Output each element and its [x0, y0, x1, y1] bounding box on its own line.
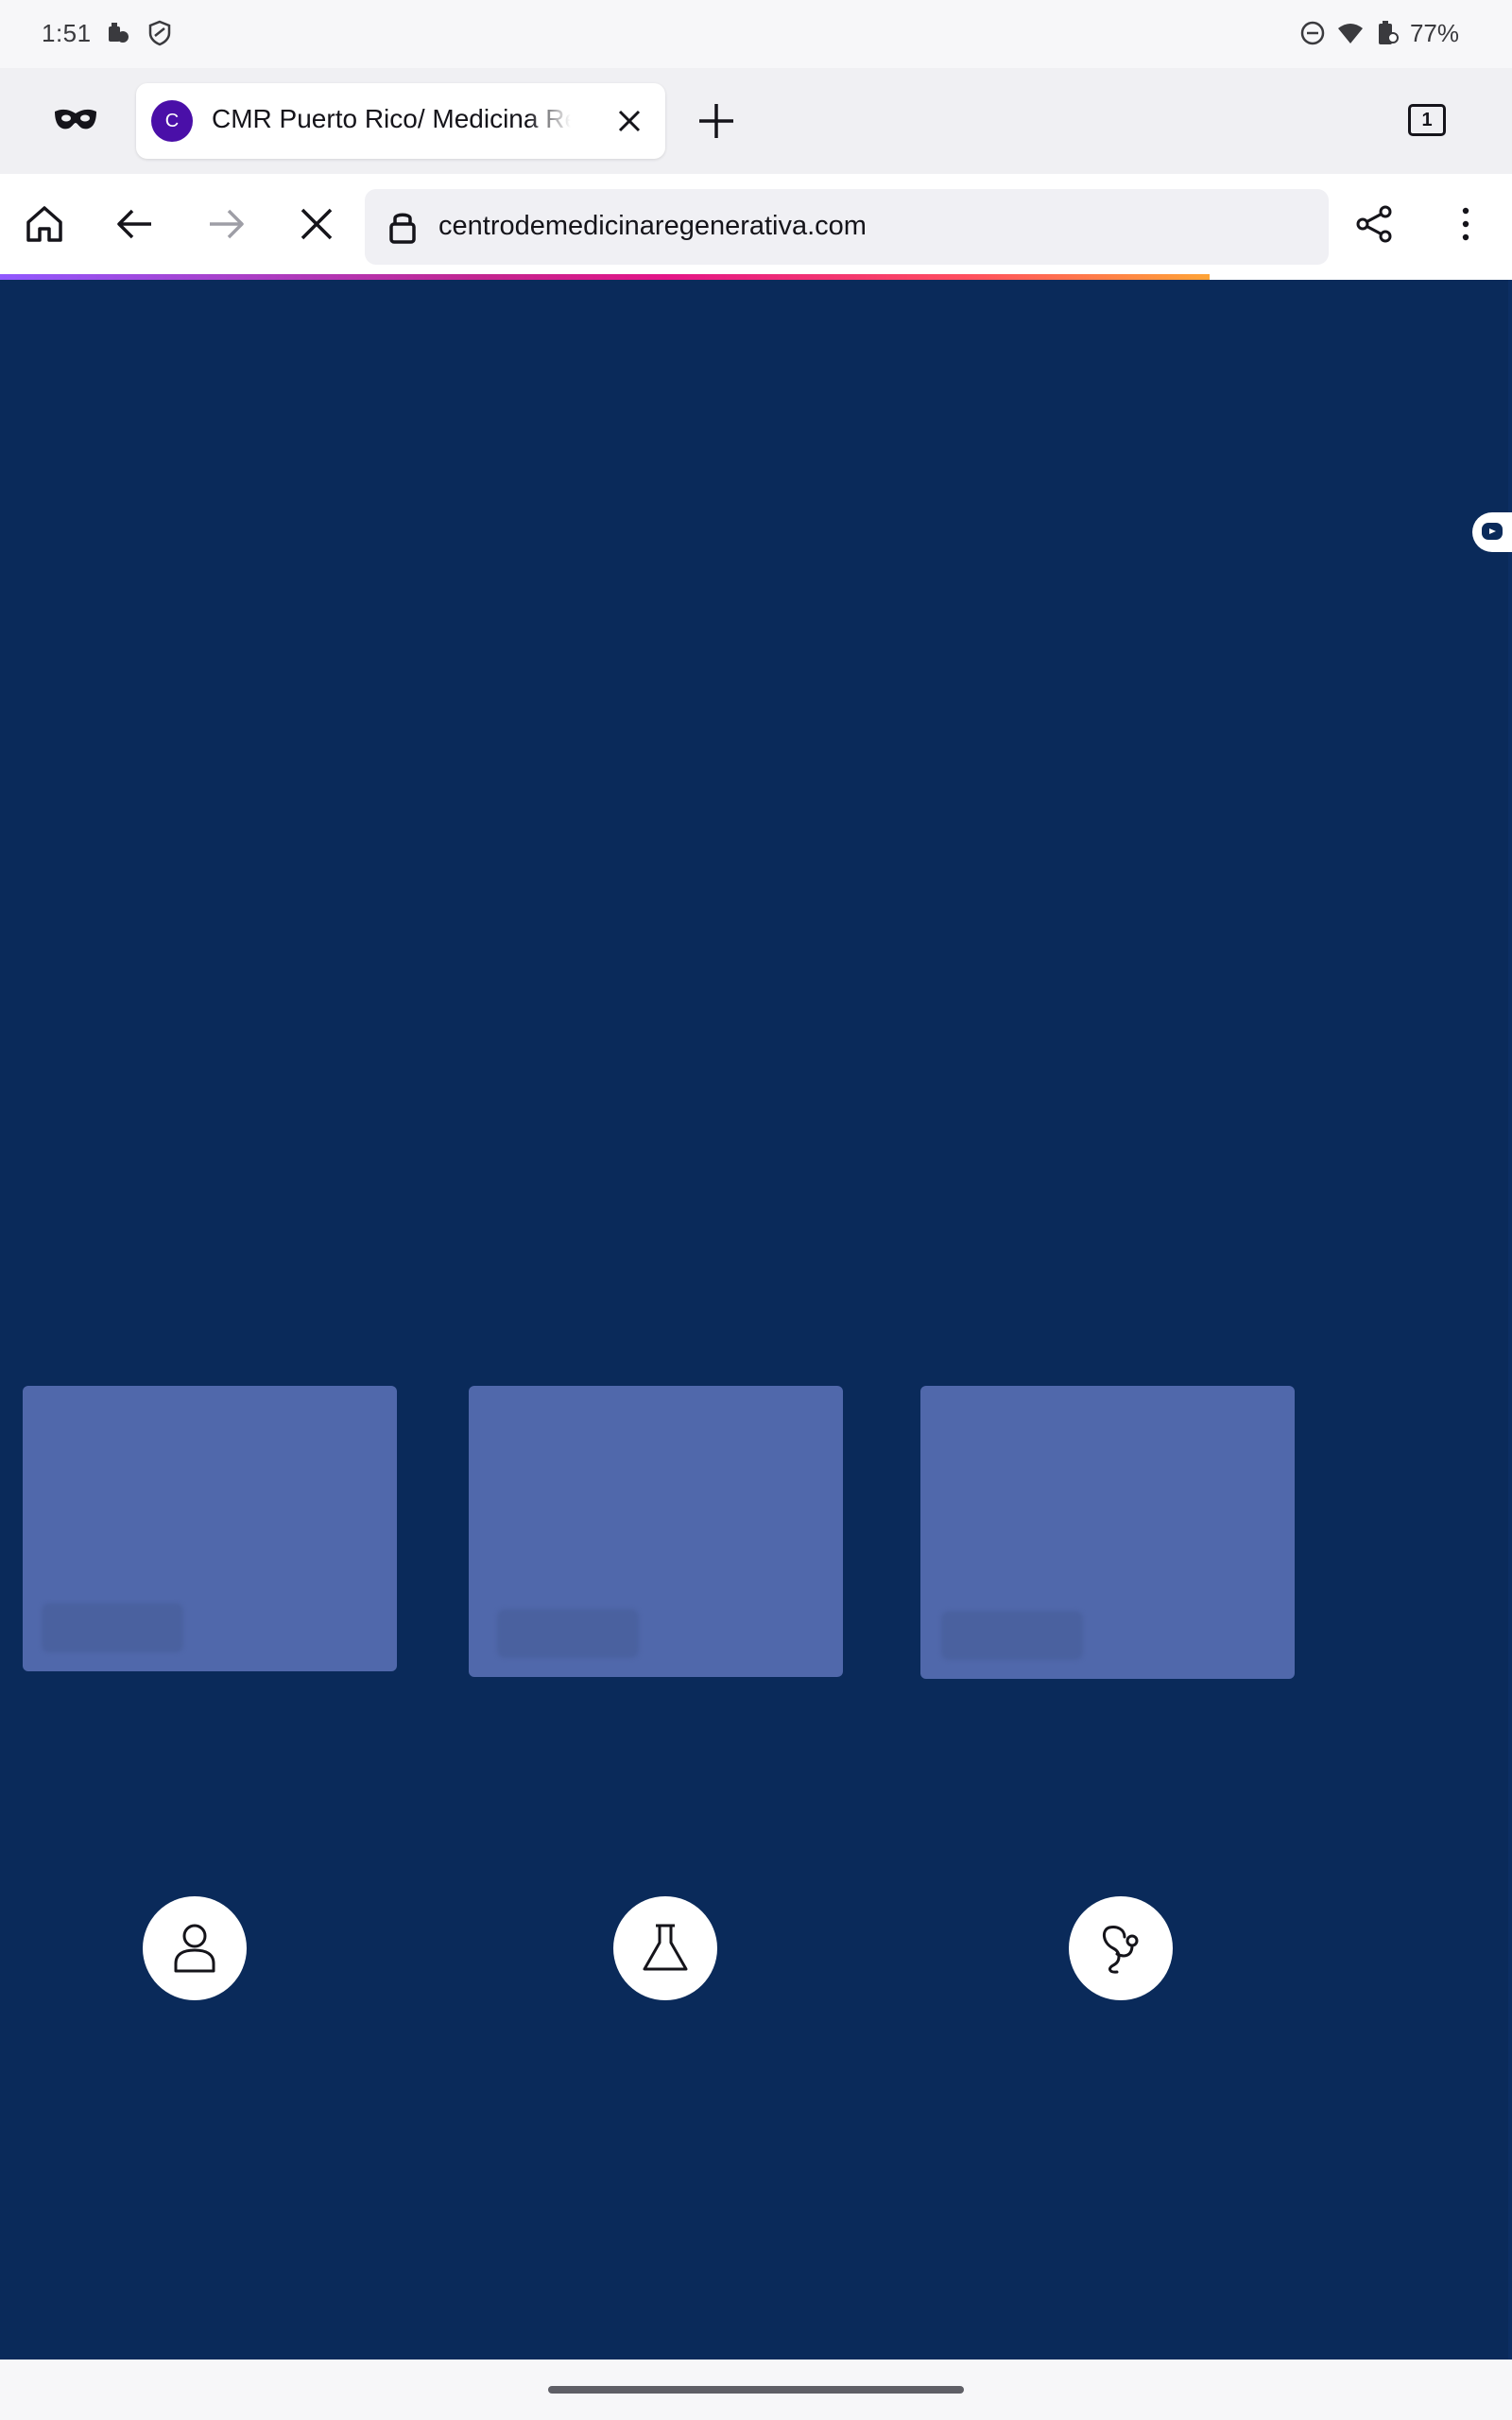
- tab-title: CMR Puerto Rico/ Medicina Regenerativa: [212, 104, 571, 133]
- battery-icon: [1379, 21, 1399, 44]
- notification-app-icon: [109, 23, 129, 43]
- dnd-icon: [1300, 21, 1325, 45]
- card-button-placeholder: [497, 1609, 639, 1658]
- card-button-placeholder: [42, 1603, 183, 1652]
- stethoscope-icon-circle[interactable]: [1069, 1896, 1173, 2000]
- menu-kebab-icon[interactable]: [1444, 202, 1487, 246]
- system-navigation-bar: [0, 2360, 1512, 2420]
- chat-icon: [1482, 523, 1503, 540]
- service-card-2[interactable]: [469, 1386, 843, 1677]
- tab-favicon: C: [151, 100, 193, 142]
- url-bar[interactable]: centrodemedicinaregenerativa.com: [365, 189, 1329, 265]
- forward-arrow-icon[interactable]: [204, 202, 248, 246]
- shield-icon: [148, 20, 171, 46]
- back-arrow-icon[interactable]: [113, 202, 157, 246]
- battery-percentage: 77%: [1409, 19, 1459, 47]
- scrollbar[interactable]: [1508, 280, 1512, 2360]
- stethoscope-icon: [1103, 1926, 1139, 1974]
- stop-loading-icon[interactable]: [295, 202, 338, 246]
- tab-strip: C CMR Puerto Rico/ Medicina Regenerativa…: [0, 68, 1512, 174]
- flask-icon: [643, 1924, 688, 1971]
- status-time: 1:51: [42, 19, 92, 47]
- private-browsing-mask-icon[interactable]: [53, 104, 98, 134]
- browser-toolbar: centrodemedicinaregenerativa.com: [0, 174, 1512, 274]
- wifi-icon: [1338, 24, 1363, 43]
- new-tab-plus-icon[interactable]: [696, 100, 737, 142]
- flask-icon-circle[interactable]: [613, 1896, 717, 2000]
- service-card-1[interactable]: [23, 1386, 397, 1671]
- floating-chat-widget[interactable]: [1472, 512, 1512, 552]
- share-icon[interactable]: [1353, 202, 1397, 246]
- gesture-handle[interactable]: [548, 2386, 964, 2394]
- home-icon[interactable]: [23, 202, 66, 246]
- close-tab-icon[interactable]: [612, 104, 646, 138]
- lock-icon[interactable]: [384, 208, 421, 246]
- service-card-3[interactable]: [920, 1386, 1295, 1679]
- card-button-placeholder: [941, 1611, 1083, 1660]
- active-tab[interactable]: C CMR Puerto Rico/ Medicina Regenerativa: [136, 83, 665, 159]
- web-page-content: [0, 280, 1512, 2360]
- person-icon: [174, 1924, 215, 1973]
- status-bar: 1:51 77%: [0, 0, 1512, 68]
- url-text[interactable]: centrodemedicinaregenerativa.com: [438, 211, 867, 242]
- person-icon-circle[interactable]: [143, 1896, 247, 2000]
- tab-counter-button[interactable]: 1: [1408, 104, 1446, 136]
